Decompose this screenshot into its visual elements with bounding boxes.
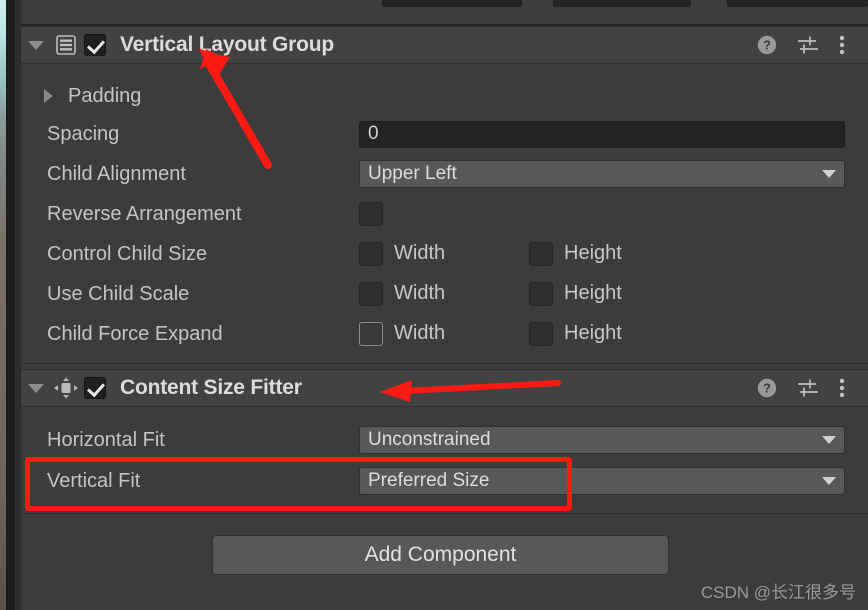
control-child-size-height-checkbox[interactable]	[529, 242, 553, 266]
control-child-size-width-checkbox[interactable]	[359, 242, 383, 266]
property-label-child-force-expand: Child Force Expand	[47, 322, 223, 345]
help-icon[interactable]: ?	[756, 377, 778, 399]
chevron-right-icon[interactable]	[44, 89, 53, 103]
chevron-down-icon	[28, 40, 44, 50]
svg-text:?: ?	[763, 381, 771, 396]
property-label-reverse-arrangement: Reverse Arrangement	[47, 202, 242, 225]
spacing-input[interactable]: 0	[359, 120, 845, 148]
help-icon[interactable]: ?	[756, 34, 778, 56]
content-size-fitter-icon	[51, 375, 81, 401]
property-label-child-alignment: Child Alignment	[47, 162, 186, 185]
property-label-horizontal-fit: Horizontal Fit	[47, 428, 165, 451]
chevron-down-icon	[822, 170, 836, 178]
partial-fields-row	[21, 0, 868, 26]
property-row-use-child-scale: Use Child Scale Width Height	[21, 274, 868, 314]
component-divider	[21, 513, 868, 514]
property-row-control-child-size: Control Child Size Width Height	[21, 234, 868, 274]
foldout-toggle-vertical-layout-group[interactable]	[21, 26, 51, 64]
chevron-down-icon	[28, 383, 44, 393]
property-label-use-child-scale: Use Child Scale	[47, 282, 190, 305]
child-force-expand-width-checkbox[interactable]	[359, 322, 383, 346]
property-row-spacing: Spacing 0	[21, 114, 868, 154]
horizontal-fit-value: Unconstrained	[368, 429, 491, 450]
control-child-size-height-label: Height	[564, 242, 622, 264]
window-edge-shadow	[6, 0, 15, 610]
chevron-down-icon	[822, 436, 836, 444]
preset-icon[interactable]	[796, 377, 820, 399]
layout-group-icon	[51, 32, 81, 58]
component-header-content-size-fitter[interactable]: Content Size Fitter ?	[21, 369, 868, 407]
child-alignment-dropdown[interactable]: Upper Left	[359, 160, 845, 188]
property-label-spacing: Spacing	[47, 122, 120, 145]
property-row-child-force-expand: Child Force Expand Width Height	[21, 314, 868, 354]
control-child-size-width-label: Width	[394, 242, 446, 264]
partial-field-1[interactable]	[382, 0, 522, 7]
property-label-control-child-size: Control Child Size	[47, 242, 208, 265]
component-enabled-checkbox-content-size-fitter[interactable]	[84, 377, 106, 399]
svg-text:?: ?	[763, 38, 771, 53]
partial-field-3[interactable]	[727, 0, 868, 7]
child-force-expand-height-checkbox[interactable]	[529, 322, 553, 346]
use-child-scale-height-label: Height	[564, 282, 622, 304]
property-row-reverse-arrangement: Reverse Arrangement	[21, 194, 868, 234]
kebab-menu-icon[interactable]	[838, 377, 846, 399]
property-label-padding: Padding	[68, 84, 142, 107]
partial-field-2[interactable]	[553, 0, 691, 7]
watermark-text: CSDN @长江很多号	[700, 583, 856, 602]
chevron-down-icon	[822, 477, 836, 485]
child-alignment-value: Upper Left	[368, 163, 457, 184]
component-header-tools-vertical-layout-group: ?	[756, 34, 868, 56]
use-child-scale-height-checkbox[interactable]	[529, 282, 553, 306]
component-enabled-checkbox-vertical-layout-group[interactable]	[84, 34, 106, 56]
use-child-scale-width-checkbox[interactable]	[359, 282, 383, 306]
child-force-expand-width-label: Width	[394, 322, 446, 344]
property-row-child-alignment: Child Alignment Upper Left	[21, 154, 868, 194]
highlight-box-vertical-fit	[25, 457, 572, 511]
component-divider	[21, 363, 868, 364]
kebab-menu-icon[interactable]	[838, 34, 846, 56]
add-component-button[interactable]: Add Component	[212, 535, 669, 575]
component-header-vertical-layout-group[interactable]: Vertical Layout Group ?	[21, 26, 868, 64]
property-row-horizontal-fit: Horizontal Fit Unconstrained	[21, 420, 868, 460]
child-force-expand-height-label: Height	[564, 322, 622, 344]
inspector-panel: Vertical Layout Group ? Padding Spacing …	[0, 0, 868, 610]
property-row-padding[interactable]: Padding	[21, 76, 868, 116]
reverse-arrangement-checkbox[interactable]	[359, 202, 383, 226]
component-title-content-size-fitter: Content Size Fitter	[120, 376, 302, 399]
component-header-tools-content-size-fitter: ?	[756, 377, 868, 399]
inspector-content: Vertical Layout Group ? Padding Spacing …	[21, 0, 868, 610]
foldout-toggle-content-size-fitter[interactable]	[21, 369, 51, 407]
use-child-scale-width-label: Width	[394, 282, 446, 304]
horizontal-fit-dropdown[interactable]: Unconstrained	[359, 426, 845, 454]
component-title-vertical-layout-group: Vertical Layout Group	[120, 33, 335, 56]
preset-icon[interactable]	[796, 34, 820, 56]
add-component-label: Add Component	[364, 543, 517, 566]
